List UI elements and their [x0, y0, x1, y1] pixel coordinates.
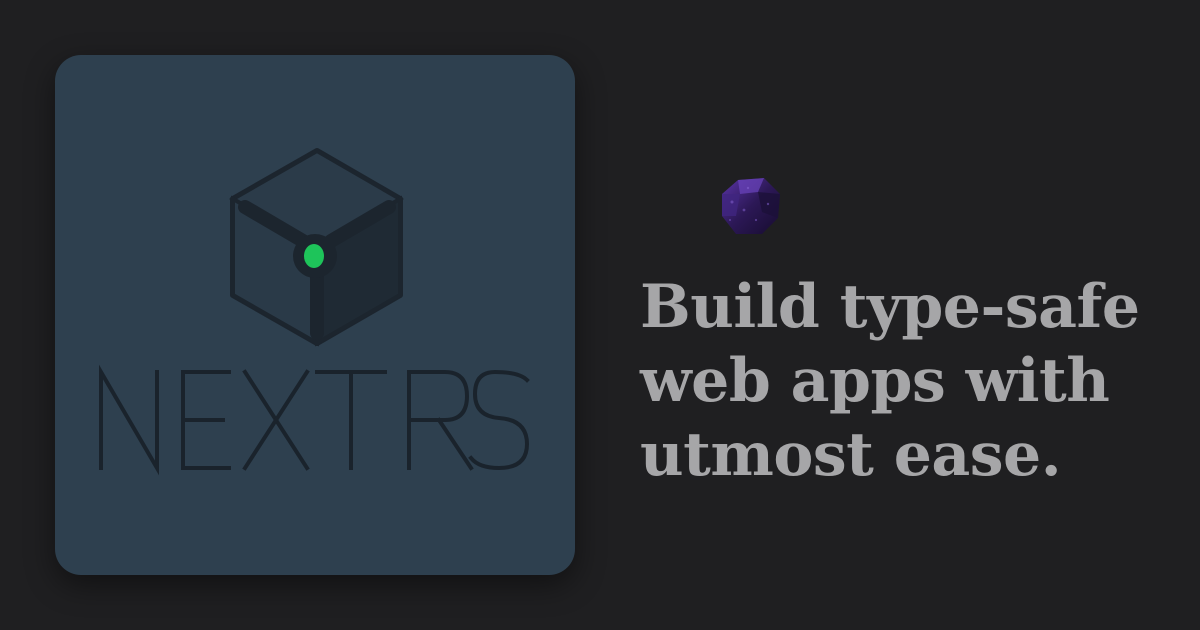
green-dot-icon [304, 244, 324, 268]
gem-icon [722, 178, 780, 234]
tagline-line-2: web apps with [640, 346, 1110, 416]
logo-card [55, 55, 575, 575]
tagline-line-3: utmost ease. [640, 420, 1062, 490]
tagline-heading: Build type-safe web apps with utmost eas… [640, 270, 1160, 492]
wordmark [99, 364, 530, 476]
tagline-line-1: Build type-safe [640, 272, 1140, 342]
cube-logo-icon [228, 148, 404, 347]
